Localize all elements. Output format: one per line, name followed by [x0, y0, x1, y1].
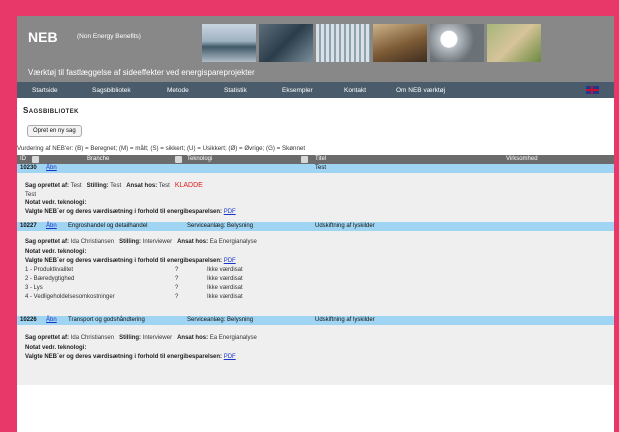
tech-note-label: Notat vedr. teknologi: [25, 345, 87, 351]
heating-photo [373, 24, 427, 62]
neb-item-mark: ? [175, 276, 179, 282]
neb-item-value: Ikke værdisat [207, 267, 243, 273]
branche-filter-dropdown[interactable] [175, 156, 182, 163]
neb-item-name: 3 - Lys [25, 285, 43, 291]
case-meta-line: Sag oprettet af: Ida Christiansen Stilli… [25, 335, 257, 341]
table-header: ID Branche Teknologi Titel Virksomhed [17, 155, 614, 164]
draft-badge: KLADDE [174, 182, 203, 189]
neb-item-name: 4 - Vedligeholdelsesomkostninger [25, 294, 115, 300]
nav-startside[interactable]: Startside [32, 87, 58, 94]
case-id: 10230 [20, 165, 37, 171]
id-filter-dropdown[interactable] [32, 156, 39, 163]
case-title: Udskiftning af lyskilder [315, 223, 375, 229]
case-details: Sag oprettet af: Ida Christiansen Stilli… [17, 231, 614, 316]
nav-kontakt[interactable]: Kontakt [344, 87, 366, 94]
building-photo [316, 24, 370, 62]
column-id: ID [20, 156, 26, 162]
ship-photo [202, 24, 256, 62]
nav-eksempler[interactable]: Eksempler [282, 87, 313, 94]
page-title: Sagsbibliotek [23, 106, 79, 115]
neb-line: Valgte NEB´er og deres værdisætning i fo… [25, 209, 236, 215]
case-meta-line: Sag oprettet af: Ida Christiansen Stilli… [25, 239, 257, 245]
neb-item-mark: ? [175, 285, 179, 291]
site-subtitle: (Non Energy Benefits) [77, 33, 141, 40]
english-flag-icon[interactable] [586, 86, 599, 94]
nav-statistik[interactable]: Statistik [224, 87, 247, 94]
ventilation-photo [430, 24, 484, 62]
column-titel: Titel [315, 156, 327, 162]
site-tagline: Værktøj til fastlæggelse af sideeffekter… [28, 68, 255, 77]
case-id: 10226 [20, 317, 37, 323]
column-teknologi: Teknologi [187, 156, 213, 162]
header-photo-strip [202, 24, 541, 62]
neb-item-mark: ? [175, 294, 179, 300]
site-header: NEB (Non Energy Benefits) Værktøj til fa… [17, 16, 614, 82]
industry-photo [259, 24, 313, 62]
case-branche: Engroshandel og detailhandel [68, 223, 148, 229]
table-row[interactable]: 10226 Åbn Transport og godshåndtering Se… [17, 316, 614, 325]
case-id: 10227 [20, 223, 37, 229]
neb-item-value: Ikke værdisat [207, 294, 243, 300]
teknologi-filter-dropdown[interactable] [301, 156, 308, 163]
rating-legend: Vurdering af NEB'er: (B) = Beregnet; (M)… [17, 145, 306, 152]
open-link[interactable]: Åbn [46, 223, 57, 229]
neb-line: Valgte NEB´er og deres værdisætning i fo… [25, 258, 236, 264]
app-window: NEB (Non Energy Benefits) Værktøj til fa… [17, 16, 614, 432]
nav-sagsbibliotek[interactable]: Sagsbibliotek [92, 87, 131, 94]
tech-note-label: Notat vedr. teknologi: [25, 200, 87, 206]
case-title: Test [315, 165, 327, 171]
case-extra: Test [25, 192, 37, 198]
column-branche: Branche [87, 156, 110, 162]
site-logo[interactable]: NEB [28, 29, 58, 45]
new-case-button[interactable]: Opret en ny sag [27, 125, 82, 137]
tech-note-label: Notat vedr. teknologi: [25, 249, 87, 255]
open-link[interactable]: Åbn [46, 165, 57, 171]
case-branche: Transport og godshåndtering [68, 317, 145, 323]
people-photo [487, 24, 541, 62]
neb-line: Valgte NEB´er og deres værdisætning i fo… [25, 354, 236, 360]
pdf-link[interactable]: PDF [224, 354, 236, 360]
neb-item-name: 2 - Bæredygtighed [25, 276, 75, 282]
pdf-link[interactable]: PDF [224, 258, 236, 264]
nav-om-neb[interactable]: Om NEB værktøj [396, 87, 445, 94]
case-title: Udskiftning af lyskilder [315, 317, 375, 323]
table-row[interactable]: 10227 Åbn Engroshandel og detailhandel S… [17, 222, 614, 231]
neb-item-name: 1 - Produktkvalitet [25, 267, 74, 273]
nav-metode[interactable]: Metode [167, 87, 189, 94]
neb-item-value: Ikke værdisat [207, 276, 243, 282]
open-link[interactable]: Åbn [46, 317, 57, 323]
case-meta-line: Sag oprettet af: Test Stilling: Test Ans… [25, 182, 203, 189]
case-details: Sag oprettet af: Test Stilling: Test Ans… [17, 173, 614, 222]
pdf-link[interactable]: PDF [224, 209, 236, 215]
case-details: Sag oprettet af: Ida Christiansen Stilli… [17, 325, 614, 385]
main-nav: Startside Sagsbibliotek Metode Statistik… [17, 82, 614, 98]
case-teknologi: Serviceanlæg: Belysning [187, 223, 254, 229]
neb-item-value: Ikke værdisat [207, 285, 243, 291]
table-row[interactable]: 10230 Åbn Test [17, 164, 614, 173]
neb-item-mark: ? [175, 267, 179, 273]
case-teknologi: Serviceanlæg: Belysning [187, 317, 254, 323]
column-virksomhed: Virksomhed [506, 156, 538, 162]
